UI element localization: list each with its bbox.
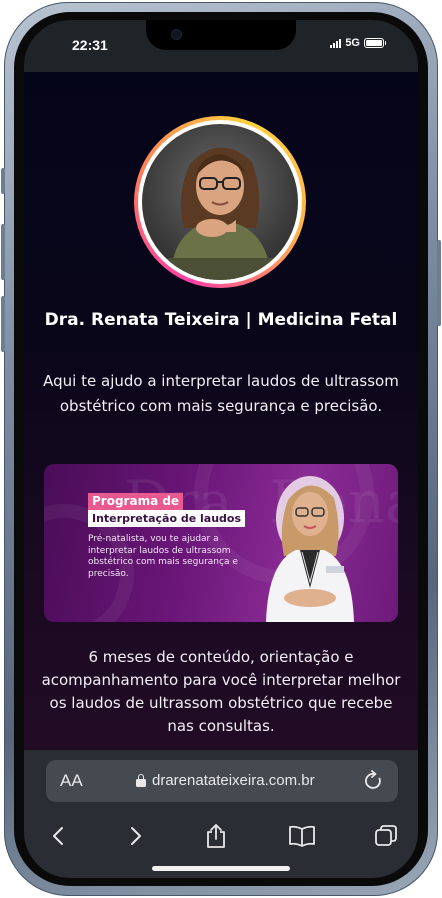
banner-text: Pré-natalista, vou te ajudar a interpret… <box>88 534 238 579</box>
banner-doctor-photo <box>266 476 354 622</box>
chevron-left-icon <box>53 827 63 845</box>
browser-bottom-bar: AA drarenatateixeira.com.br <box>24 750 418 878</box>
mute-switch <box>1 168 5 194</box>
volume-up-button <box>1 224 5 280</box>
tabs-icon <box>375 825 397 846</box>
avatar-portrait <box>162 147 280 280</box>
url-text: drarenatateixeira.com.br <box>152 772 315 789</box>
back-button[interactable] <box>40 818 76 854</box>
bookmarks-button[interactable] <box>284 818 320 854</box>
tabs-button[interactable] <box>368 818 404 854</box>
banner-title-line1: Programa de <box>88 493 184 510</box>
power-button <box>437 240 441 326</box>
status-indicators: 5G <box>330 37 386 49</box>
address-bar[interactable]: AA drarenatateixeira.com.br <box>46 760 398 802</box>
profile-name: Dra. Renata Teixeira | Medicina Fetal <box>44 310 398 330</box>
program-description: 6 meses de conteúdo, orientação e acompa… <box>41 648 401 735</box>
lock-icon <box>136 774 146 787</box>
chevron-right-icon <box>131 827 141 845</box>
book-icon <box>289 825 315 847</box>
notch <box>146 20 296 50</box>
home-indicator <box>152 866 290 871</box>
browser-toolbar <box>24 818 418 854</box>
profile-avatar-ring <box>134 116 306 288</box>
forward-button[interactable] <box>118 818 154 854</box>
status-bar: 22:31 5G <box>24 20 418 72</box>
program-banner[interactable]: Dra. Renata Teixeira Programa de Interpr… <box>44 464 398 622</box>
status-time: 22:31 <box>72 37 108 53</box>
share-icon <box>207 824 225 848</box>
network-type: 5G <box>345 37 360 49</box>
phone-screen: 22:31 5G Dra. Renata Teixeira | Medicina… <box>24 20 418 878</box>
banner-title-line2: Interpretação de laudos <box>88 510 246 527</box>
front-camera <box>172 30 181 39</box>
profile-bio: Aqui te ajudo a interpretar laudos de ul… <box>43 372 399 415</box>
avatar[interactable] <box>142 124 298 280</box>
text-size-button[interactable]: AA <box>60 771 83 791</box>
volume-down-button <box>1 296 5 352</box>
web-content: Dra. Renata Teixeira | Medicina Fetal Aq… <box>24 72 418 750</box>
signal-icon <box>330 38 342 48</box>
reload-icon[interactable] <box>364 770 384 792</box>
battery-icon <box>364 38 386 48</box>
share-button[interactable] <box>198 818 234 854</box>
